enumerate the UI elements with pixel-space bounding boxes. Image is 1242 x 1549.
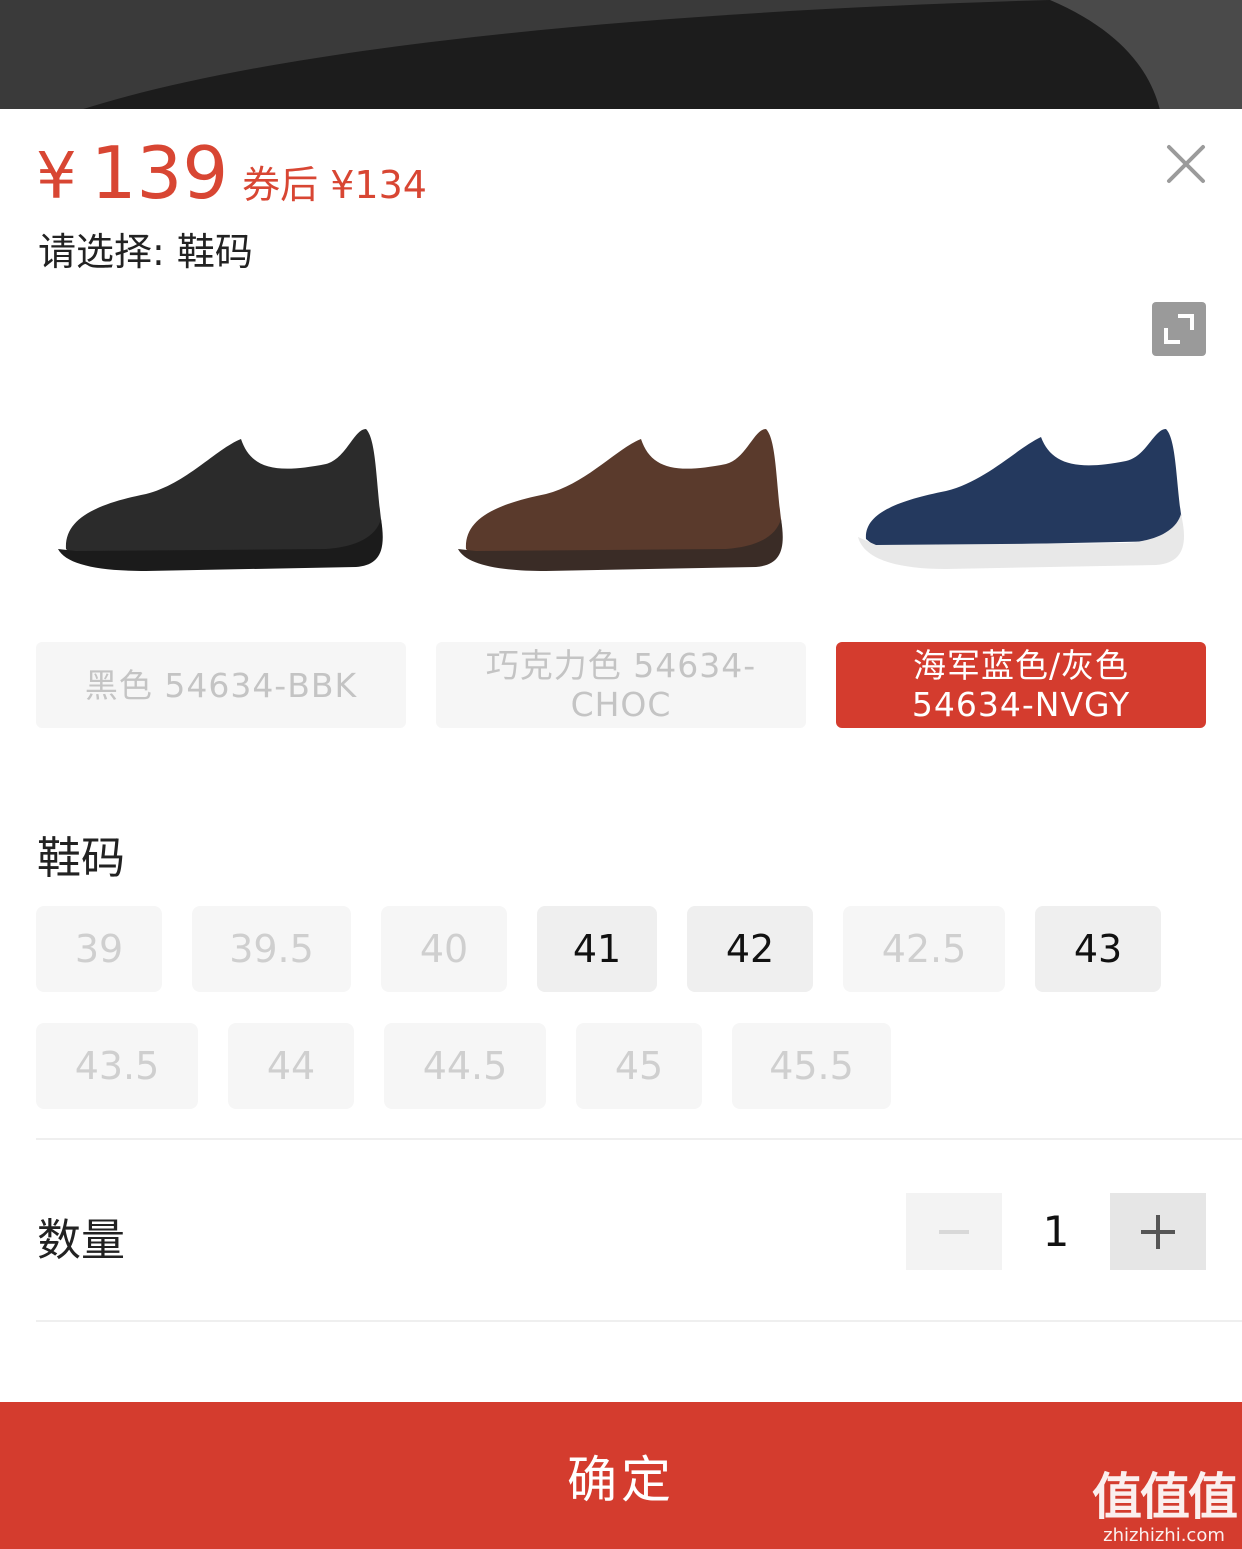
size-chip[interactable]: 42.5 bbox=[843, 906, 1005, 992]
navy-gray-shoe-icon bbox=[858, 429, 1185, 569]
plus-icon bbox=[1141, 1214, 1175, 1249]
size-chip[interactable]: 45 bbox=[576, 1023, 702, 1109]
variant-image-chocolate[interactable] bbox=[436, 409, 806, 589]
chocolate-shoe-icon bbox=[458, 429, 783, 571]
confirm-button[interactable]: 确定 bbox=[0, 1402, 1242, 1549]
size-chip[interactable]: 43.5 bbox=[36, 1023, 198, 1109]
variant-chip-chocolate[interactable]: 巧克力色 54634-CHOC bbox=[436, 642, 806, 728]
close-icon bbox=[1167, 145, 1205, 183]
size-chip[interactable]: 42 bbox=[687, 906, 813, 992]
black-shoe-icon bbox=[58, 429, 383, 571]
currency-symbol: ¥ bbox=[36, 140, 77, 214]
select-hint: 请选择: 鞋码 bbox=[38, 230, 253, 274]
expand-image-button[interactable] bbox=[1152, 302, 1206, 356]
variant-chip-navy-gray[interactable]: 海军蓝色/灰色 54634-NVGY bbox=[836, 642, 1206, 728]
sku-selection-sheet: ¥139 券后 ¥134 请选择: 鞋码 黑色 54634-BBK 巧克力色 5… bbox=[0, 109, 1242, 1549]
divider bbox=[36, 1320, 1242, 1322]
size-chip[interactable]: 44 bbox=[228, 1023, 354, 1109]
watermark-url: zhizhizhi.com bbox=[1103, 1525, 1225, 1546]
variant-image-navy-gray[interactable] bbox=[836, 409, 1206, 589]
expand-icon bbox=[1164, 314, 1194, 344]
close-button[interactable] bbox=[1164, 142, 1208, 186]
size-chip[interactable]: 40 bbox=[381, 906, 507, 992]
size-chip[interactable]: 45.5 bbox=[732, 1023, 891, 1109]
product-image-backdrop bbox=[0, 0, 1242, 110]
divider bbox=[36, 1138, 1242, 1140]
size-chip[interactable]: 41 bbox=[537, 906, 657, 992]
quantity-title: 数量 bbox=[37, 1215, 125, 1266]
watermark: 值值值 zhizhizhi.com bbox=[1090, 1469, 1238, 1547]
variant-image-black[interactable] bbox=[36, 409, 406, 589]
price-amount: 139 bbox=[90, 131, 229, 215]
size-chip[interactable]: 39.5 bbox=[192, 906, 351, 992]
variant-chip-black[interactable]: 黑色 54634-BBK bbox=[36, 642, 406, 728]
quantity-increment-button[interactable] bbox=[1110, 1193, 1206, 1270]
size-chip[interactable]: 39 bbox=[36, 906, 162, 992]
quantity-value[interactable]: 1 bbox=[1002, 1193, 1110, 1270]
watermark-logo-text: 值值值 bbox=[1092, 1468, 1238, 1526]
size-chip[interactable]: 44.5 bbox=[384, 1023, 546, 1109]
quantity-decrement-button[interactable] bbox=[906, 1193, 1002, 1270]
size-chip[interactable]: 43 bbox=[1035, 906, 1161, 992]
price-row: ¥139 券后 ¥134 bbox=[36, 131, 427, 215]
minus-icon bbox=[939, 1229, 969, 1234]
size-section-title: 鞋码 bbox=[37, 833, 125, 884]
coupon-price: 券后 ¥134 bbox=[242, 163, 427, 207]
